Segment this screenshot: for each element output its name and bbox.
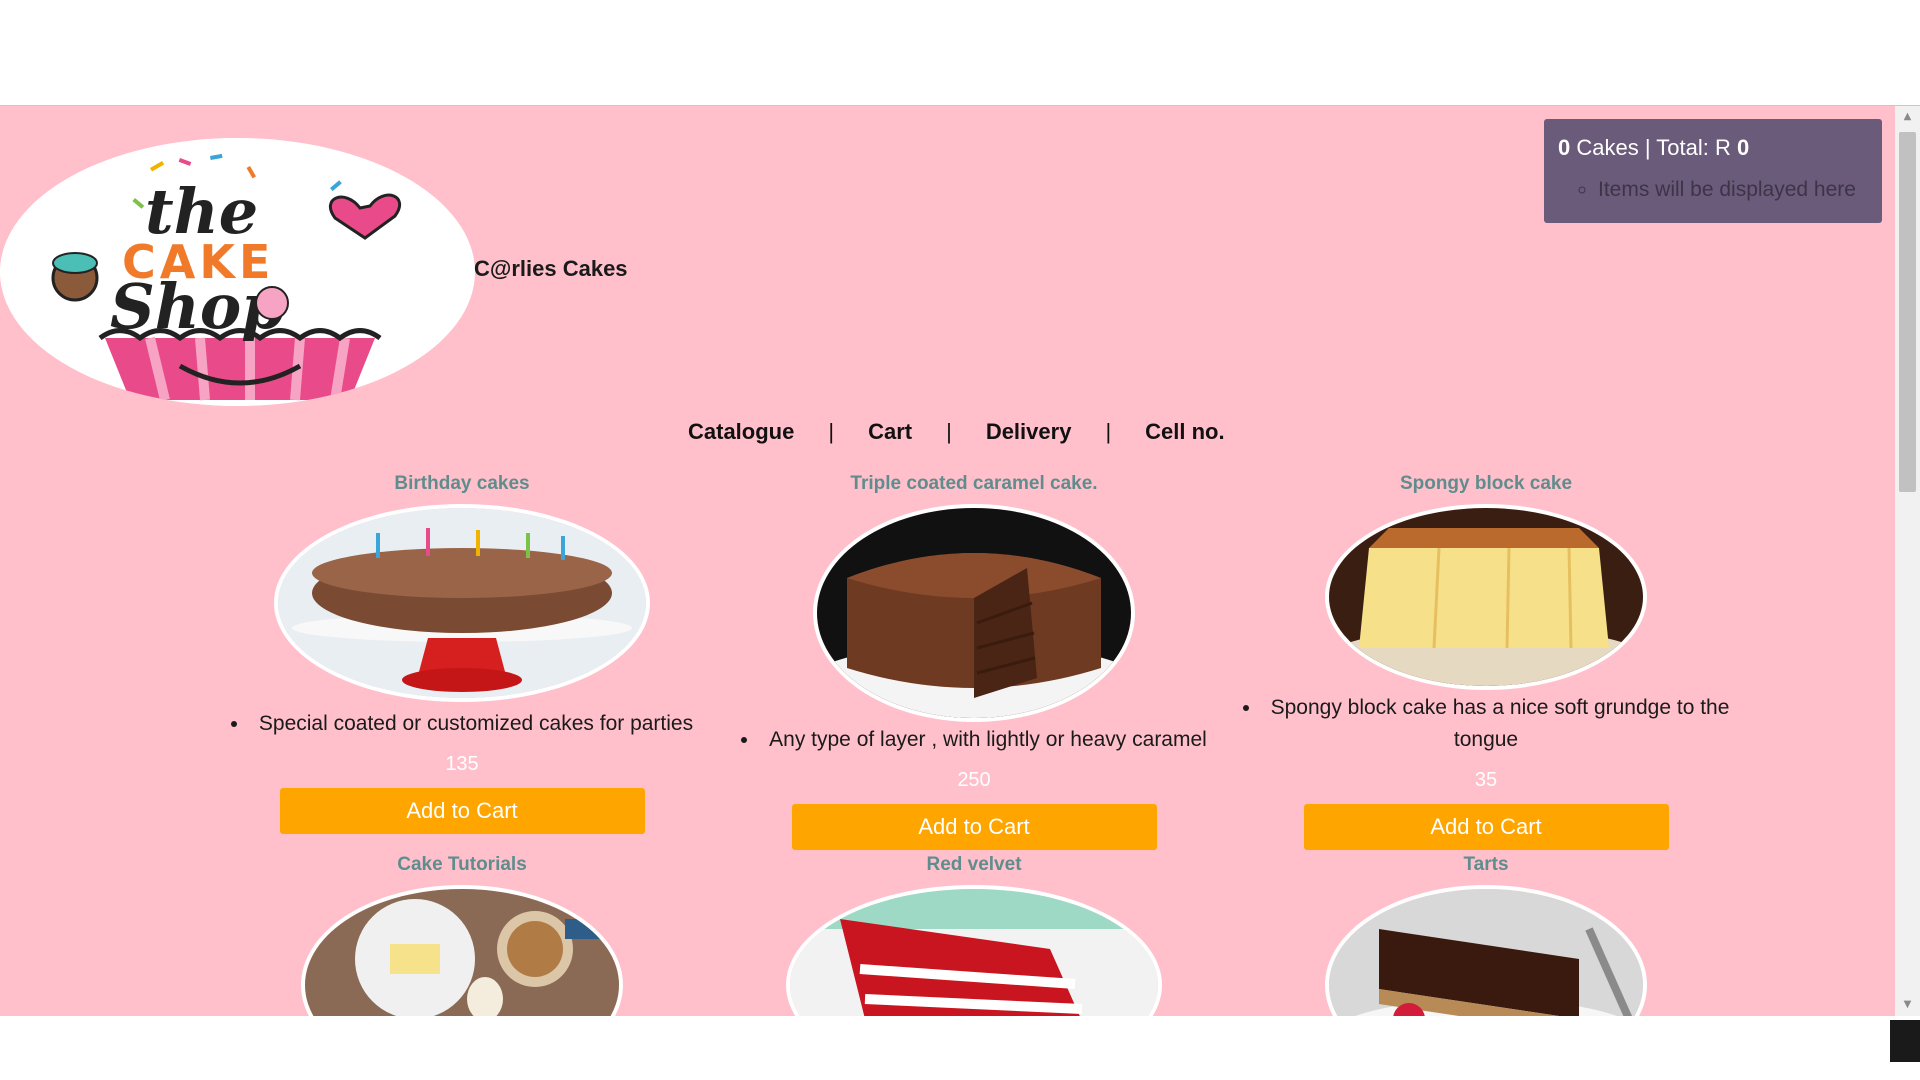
scroll-down-arrow-icon[interactable]: ▼	[1895, 996, 1920, 1014]
product-card: Triple coated caramel cake. Any type of …	[719, 470, 1229, 850]
main-nav: Catalogue | Cart | Delivery | Cell no.	[688, 412, 1225, 452]
product-title: Birthday cakes	[394, 473, 530, 494]
product-price: 35	[1474, 769, 1498, 791]
browser-top-bar	[0, 0, 1920, 106]
cart-items-list: Items will be displayed here	[1558, 179, 1868, 200]
product-card: Cake Tutorials	[207, 851, 717, 1016]
cart-summary-box: 0 Cakes | Total: R 0 Items will be displ…	[1544, 119, 1882, 223]
cart-count-label: Cakes | Total: R	[1576, 135, 1731, 160]
site-name: C@rlies Cakes	[474, 256, 628, 281]
red-velvet-image	[786, 885, 1162, 1016]
product-title: Triple coated caramel cake.	[850, 473, 1098, 494]
product-description: Spongy block cake has a nice soft grundg…	[1231, 692, 1741, 756]
add-to-cart-button[interactable]: Add to Cart	[1303, 804, 1669, 850]
product-title: Red velvet	[926, 854, 1022, 875]
nav-separator: |	[946, 419, 952, 444]
product-description: Any type of layer , with lightly or heav…	[719, 724, 1229, 756]
product-card: Birthday cakes Special coated or custo	[207, 470, 717, 834]
cart-total: 0	[1736, 135, 1750, 160]
product-card: Red velvet	[719, 851, 1229, 1016]
nav-separator: |	[828, 419, 835, 444]
nav-delivery[interactable]: Delivery	[986, 419, 1072, 445]
scroll-up-arrow-icon[interactable]: ▲	[1895, 108, 1920, 126]
page-viewport: the CAKE Shop C@rlies Cakes 0 Cakes | To…	[0, 106, 1895, 1016]
sponge-cake-image	[1325, 504, 1647, 690]
product-description-list: Any type of layer , with lightly or heav…	[719, 724, 1229, 756]
product-card: Spongy block cake Spongy block cake has …	[1231, 470, 1741, 850]
birthday-cake-image	[274, 504, 650, 702]
cake-shop-logo: the CAKE Shop	[0, 138, 475, 406]
vertical-scrollbar[interactable]: ▲ ▼	[1895, 106, 1920, 1016]
product-title: Spongy block cake	[1399, 473, 1573, 494]
nav-cart[interactable]: Cart	[868, 419, 912, 445]
product-title: Tarts	[1463, 854, 1509, 875]
product-price: 135	[445, 753, 479, 775]
corner-widget	[1890, 1020, 1920, 1062]
cart-count: 0	[1558, 135, 1571, 160]
add-to-cart-button[interactable]: Add to Cart	[791, 804, 1157, 850]
add-to-cart-button[interactable]: Add to Cart	[279, 788, 645, 834]
product-description-list: Spongy block cake has a nice soft grundg…	[1231, 692, 1741, 756]
nav-separator: |	[1105, 419, 1112, 444]
scrollbar-thumb[interactable]	[1899, 132, 1916, 492]
product-description: Special coated or customized cakes for p…	[207, 708, 717, 740]
baking-ingredients-image	[301, 885, 623, 1016]
chocolate-tart-image	[1325, 885, 1647, 1016]
cart-placeholder-item: Items will be displayed here	[1598, 179, 1868, 200]
caramel-cake-image	[813, 504, 1135, 722]
cart-summary: 0 Cakes | Total: R 0	[1558, 135, 1868, 161]
logo-graphic: the CAKE Shop	[0, 138, 474, 406]
product-card: Tarts	[1231, 851, 1741, 1016]
product-description-list: Special coated or customized cakes for p…	[207, 708, 717, 740]
nav-catalogue[interactable]: Catalogue	[688, 419, 794, 445]
nav-cell-no[interactable]: Cell no.	[1145, 419, 1224, 445]
product-title: Cake Tutorials	[397, 854, 527, 875]
product-price: 250	[957, 769, 991, 791]
browser-bottom-bar	[0, 1016, 1920, 1080]
